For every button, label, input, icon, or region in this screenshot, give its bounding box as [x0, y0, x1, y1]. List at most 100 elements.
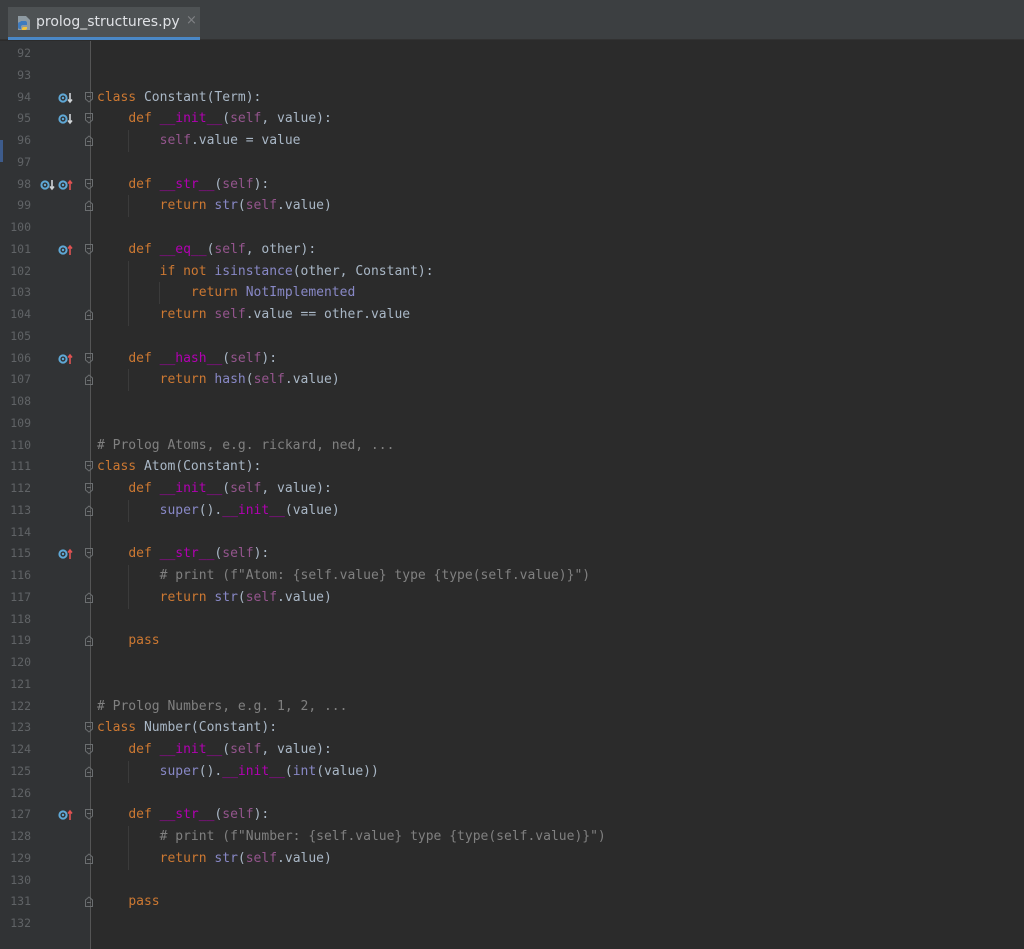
overrides-up-icon[interactable]: [58, 547, 74, 561]
line-number: 107: [10, 372, 31, 387]
code-line[interactable]: 93: [0, 65, 1024, 87]
code-text: super().__init__(int(value)): [159, 763, 379, 779]
code-text: # Prolog Numbers, e.g. 1, 2, ...: [97, 698, 348, 714]
code-line[interactable]: 129 return str(self.value): [0, 848, 1024, 870]
fold-start-icon[interactable]: [84, 461, 94, 472]
code-line[interactable]: 110 # Prolog Atoms, e.g. rickard, ned, ..…: [0, 435, 1024, 457]
code-line[interactable]: 114: [0, 522, 1024, 544]
overrides-up-icon[interactable]: [58, 352, 74, 366]
code-line[interactable]: 97: [0, 152, 1024, 174]
code-text: # print (f"Atom: {self.value} type {type…: [159, 568, 591, 583]
code-line[interactable]: 122 # Prolog Numbers, e.g. 1, 2, ...: [0, 696, 1024, 718]
fold-start-icon[interactable]: [84, 809, 94, 820]
code-line[interactable]: 123 class Number(Constant):: [0, 717, 1024, 739]
fold-end-icon[interactable]: [84, 200, 94, 212]
code-line[interactable]: 132: [0, 913, 1024, 935]
code-text: pass: [128, 894, 160, 910]
fold-start-icon[interactable]: [84, 548, 94, 559]
overrides-up-icon[interactable]: [58, 243, 74, 257]
indent-guide: [128, 499, 129, 522]
code-line[interactable]: 100: [0, 217, 1024, 239]
implemented-down-icon[interactable]: [58, 91, 74, 105]
code-line[interactable]: 101 def __eq__(self, other):: [0, 239, 1024, 261]
overrides-up-icon[interactable]: [58, 178, 74, 192]
code-line[interactable]: 107 return hash(self.value): [0, 369, 1024, 391]
code-line[interactable]: 96 self.value = value: [0, 130, 1024, 152]
code-line[interactable]: 119 pass: [0, 630, 1024, 652]
line-number: 120: [10, 655, 31, 669]
fold-end-icon[interactable]: [84, 592, 94, 603]
implemented-down-icon[interactable]: [40, 178, 56, 192]
code-line[interactable]: 128 # print (f"Number: {self.value} type…: [0, 826, 1024, 848]
code-line[interactable]: 121: [0, 674, 1024, 696]
code-line[interactable]: 104 return self.value == other.value: [0, 304, 1024, 326]
fold-start-icon[interactable]: [84, 91, 94, 103]
code-line[interactable]: 120: [0, 652, 1024, 674]
line-number: 119: [10, 633, 31, 648]
code-line[interactable]: 116 # print (f"Atom: {self.value} type {…: [0, 565, 1024, 587]
fold-start-icon[interactable]: [84, 243, 94, 255]
code-line[interactable]: 113 super().__init__(value): [0, 500, 1024, 522]
line-number: 95: [17, 111, 31, 126]
code-line[interactable]: 102 if not isinstance(other, Constant):: [0, 261, 1024, 283]
line-number: 105: [10, 328, 31, 343]
code-line[interactable]: 98 def __str__(self):: [0, 174, 1024, 196]
overrides-up-icon[interactable]: [58, 808, 74, 822]
fold-end-icon[interactable]: [84, 766, 94, 777]
fold-end-icon[interactable]: [84, 896, 94, 908]
fold-end-icon[interactable]: [84, 853, 94, 864]
code-line[interactable]: 99 return str(self.value): [0, 195, 1024, 217]
indent-guide: [128, 260, 129, 326]
code-line[interactable]: 92: [0, 43, 1024, 65]
tab-label: prolog_structures.py: [36, 14, 180, 30]
fold-start-icon[interactable]: [84, 744, 94, 755]
code-line[interactable]: 105: [0, 326, 1024, 348]
indent-guide: [128, 565, 129, 609]
code-line[interactable]: 125 super().__init__(int(value)): [0, 761, 1024, 783]
code-line[interactable]: 95 def __init__(self, value):: [0, 108, 1024, 130]
code-line[interactable]: 109: [0, 413, 1024, 435]
line-number: 116: [10, 568, 31, 582]
line-number: 96: [17, 133, 31, 147]
code-text: def __str__(self):: [128, 807, 270, 823]
close-icon[interactable]: ×: [186, 13, 197, 28]
fold-start-icon[interactable]: [84, 722, 94, 733]
code-line[interactable]: 94 class Constant(Term):: [0, 87, 1024, 109]
code-line[interactable]: 130: [0, 870, 1024, 892]
fold-end-icon[interactable]: [84, 635, 94, 647]
code-line[interactable]: 106 def __hash__(self):: [0, 348, 1024, 370]
line-number: 112: [10, 481, 31, 495]
code-text: # print (f"Number: {self.value} type {ty…: [159, 829, 606, 844]
fold-end-icon[interactable]: [84, 374, 94, 386]
line-number: 122: [10, 698, 31, 713]
fold-end-icon[interactable]: [84, 135, 94, 146]
code-line[interactable]: 124 def __init__(self, value):: [0, 739, 1024, 761]
code-text: super().__init__(value): [159, 502, 340, 518]
code-line[interactable]: 115 def __str__(self):: [0, 543, 1024, 565]
line-number: 130: [10, 872, 31, 887]
fold-end-icon[interactable]: [84, 309, 94, 320]
code-text: return str(self.value): [159, 589, 332, 605]
line-number: 94: [17, 89, 31, 104]
code-text: def __eq__(self, other):: [128, 241, 317, 257]
fold-end-icon[interactable]: [84, 505, 94, 516]
code-text: def __init__(self, value):: [128, 111, 332, 127]
fold-start-icon[interactable]: [84, 178, 94, 190]
code-line[interactable]: 126: [0, 783, 1024, 805]
code-line[interactable]: 127 def __str__(self):: [0, 804, 1024, 826]
line-number: 113: [10, 502, 31, 517]
code-line[interactable]: 112 def __init__(self, value):: [0, 478, 1024, 500]
code-line[interactable]: 118: [0, 609, 1024, 631]
fold-start-icon[interactable]: [84, 352, 94, 364]
tab-prolog-structures[interactable]: prolog_structures.py ×: [8, 7, 200, 40]
code-line[interactable]: 117 return str(self.value): [0, 587, 1024, 609]
fold-start-icon[interactable]: [84, 113, 94, 124]
implemented-down-icon[interactable]: [58, 112, 74, 126]
code-line[interactable]: 131 pass: [0, 891, 1024, 913]
code-line[interactable]: 103 return NotImplemented: [0, 282, 1024, 304]
line-number: 98: [17, 176, 31, 191]
line-number: 131: [10, 894, 31, 909]
code-line[interactable]: 108: [0, 391, 1024, 413]
fold-start-icon[interactable]: [84, 483, 94, 494]
code-line[interactable]: 111 class Atom(Constant):: [0, 456, 1024, 478]
